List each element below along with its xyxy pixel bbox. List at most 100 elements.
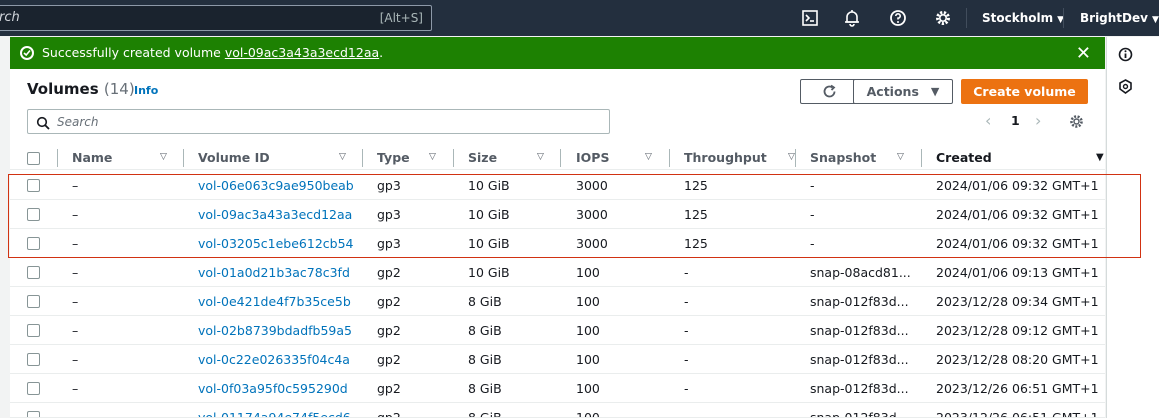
- nav-divider: [1063, 8, 1064, 28]
- search-shortcut-hint: [Alt+S]: [379, 11, 423, 25]
- cell-iops: 100: [576, 381, 600, 396]
- row-checkbox[interactable]: [27, 295, 40, 308]
- cell-volume-id-link[interactable]: vol-06e063c9ae950beab: [198, 178, 354, 193]
- row-checkbox[interactable]: [27, 382, 40, 395]
- cell-name: –: [72, 323, 79, 338]
- cell-created: 2024/01/06 09:32 GMT+1: [936, 207, 1099, 222]
- cell-volume-id-link[interactable]: vol-01174a94e74f5ecd6: [198, 410, 351, 417]
- actions-dropdown-button[interactable]: Actions ▼: [853, 79, 953, 104]
- cell-iops: 100: [576, 265, 600, 280]
- sort-icon[interactable]: ▽: [339, 152, 346, 162]
- table-row[interactable]: – vol-03205c1ebe612cb54 gp3 10 GiB 3000 …: [10, 229, 1105, 258]
- cell-type: gp3: [377, 207, 401, 222]
- column-header-snapshot[interactable]: Snapshot: [810, 150, 876, 165]
- column-header-created[interactable]: Created: [936, 150, 992, 165]
- sort-descending-icon[interactable]: ▼: [1096, 152, 1104, 163]
- account-menu[interactable]: BrightDev ▼: [1080, 11, 1159, 25]
- preferences-gear-icon[interactable]: [1069, 114, 1084, 133]
- column-header-name[interactable]: Name: [72, 150, 112, 165]
- column-header-volume-id[interactable]: Volume ID: [198, 150, 270, 165]
- cloudshell-icon[interactable]: [800, 8, 820, 28]
- row-checkbox[interactable]: [27, 179, 40, 192]
- help-icon[interactable]: [888, 8, 908, 28]
- table-row[interactable]: – vol-01174a94e74f5ecd6 gp2 8 GiB 100 - …: [10, 403, 1105, 418]
- cell-type: gp2: [377, 265, 401, 280]
- cell-created: 2024/01/06 09:32 GMT+1: [936, 236, 1099, 251]
- sort-icon[interactable]: ▽: [897, 152, 904, 162]
- bell-icon[interactable]: [842, 8, 862, 28]
- prev-page-chevron-icon[interactable]: ‹: [985, 111, 991, 130]
- cell-name: –: [72, 265, 79, 280]
- cell-volume-id-link[interactable]: vol-0c22e026335f04c4a: [198, 352, 350, 367]
- shield-icon[interactable]: [1117, 78, 1133, 94]
- sort-icon[interactable]: ▽: [429, 152, 436, 162]
- cell-size: 8 GiB: [468, 381, 502, 396]
- flash-message: Successfully created volume vol-09ac3a43…: [42, 45, 383, 60]
- info-link[interactable]: Info: [134, 84, 158, 97]
- close-icon[interactable]: ✕: [1076, 43, 1091, 64]
- select-all-checkbox[interactable]: [27, 152, 40, 165]
- cell-created: 2023/12/26 06:51 GMT+1: [936, 381, 1099, 396]
- cell-type: gp2: [377, 381, 401, 396]
- table-row[interactable]: – vol-06e063c9ae950beab gp3 10 GiB 3000 …: [10, 171, 1105, 200]
- search-placeholder: Search: [57, 115, 99, 129]
- column-header-size[interactable]: Size: [468, 150, 497, 165]
- current-page-number[interactable]: 1: [1011, 113, 1020, 128]
- flash-volume-link[interactable]: vol-09ac3a43a3ecd12aa: [225, 45, 379, 60]
- global-search-placeholder: rch: [0, 10, 20, 25]
- sort-icon[interactable]: ▽: [645, 152, 652, 162]
- cell-type: gp2: [377, 352, 401, 367]
- sort-icon[interactable]: ▽: [788, 152, 795, 162]
- refresh-button[interactable]: [800, 79, 858, 104]
- cell-snapshot: snap-012f83d...: [810, 352, 909, 367]
- cell-snapshot: snap-08acd81...: [810, 265, 911, 280]
- refresh-icon: [823, 84, 835, 98]
- region-selector[interactable]: Stockholm ▼: [982, 11, 1064, 25]
- table-row[interactable]: – vol-09ac3a43a3ecd12aa gp3 10 GiB 3000 …: [10, 200, 1105, 229]
- table-row[interactable]: – vol-0c22e026335f04c4a gp2 8 GiB 100 - …: [10, 345, 1105, 374]
- sort-icon[interactable]: ▽: [537, 152, 544, 162]
- table-row[interactable]: – vol-02b8739bdadfb59a5 gp2 8 GiB 100 - …: [10, 316, 1105, 345]
- settings-gear-icon[interactable]: [933, 8, 953, 28]
- cell-created: 2023/12/28 09:12 GMT+1: [936, 323, 1099, 338]
- cell-volume-id-link[interactable]: vol-0f03a95f0c595290d: [198, 381, 348, 396]
- row-checkbox[interactable]: [27, 324, 40, 337]
- row-checkbox[interactable]: [27, 237, 40, 250]
- column-header-type[interactable]: Type: [377, 150, 410, 165]
- volume-count: (14): [103, 80, 135, 98]
- row-checkbox[interactable]: [27, 411, 40, 417]
- cell-created: 2023/12/28 09:34 GMT+1: [936, 294, 1099, 309]
- column-header-iops[interactable]: IOPS: [576, 150, 609, 165]
- column-divider: [57, 149, 58, 167]
- create-volume-button[interactable]: Create volume: [961, 79, 1088, 104]
- cell-volume-id-link[interactable]: vol-02b8739bdadfb59a5: [198, 323, 352, 338]
- sort-icon[interactable]: ▽: [160, 152, 167, 162]
- cell-size: 8 GiB: [468, 410, 502, 418]
- cell-volume-id-link[interactable]: vol-09ac3a43a3ecd12aa: [198, 207, 352, 222]
- row-checkbox[interactable]: [27, 208, 40, 221]
- table-row[interactable]: – vol-0f03a95f0c595290d gp2 8 GiB 100 - …: [10, 374, 1105, 403]
- table-row[interactable]: – vol-0e421de4f7b35ce5b gp2 8 GiB 100 - …: [10, 287, 1105, 316]
- cell-volume-id-link[interactable]: vol-03205c1ebe612cb54: [198, 236, 354, 251]
- row-checkbox[interactable]: [27, 266, 40, 279]
- column-divider: [795, 149, 796, 167]
- table-row[interactable]: – vol-01a0d21b3ac78c3fd gp2 10 GiB 100 -…: [10, 258, 1105, 287]
- next-page-chevron-icon[interactable]: ›: [1035, 111, 1041, 130]
- cell-name: –: [72, 294, 79, 309]
- cell-throughput: 125: [684, 178, 708, 193]
- column-header-throughput[interactable]: Throughput: [684, 150, 767, 165]
- global-search-input[interactable]: rch [Alt+S]: [0, 5, 432, 31]
- cell-volume-id-link[interactable]: vol-01a0d21b3ac78c3fd: [198, 265, 350, 280]
- cell-iops: 100: [576, 323, 600, 338]
- search-icon: [36, 115, 50, 134]
- cell-size: 8 GiB: [468, 294, 502, 309]
- row-checkbox[interactable]: [27, 353, 40, 366]
- cell-size: 10 GiB: [468, 207, 510, 222]
- cell-iops: 3000: [576, 207, 608, 222]
- cell-type: gp3: [377, 178, 401, 193]
- info-icon[interactable]: [1117, 46, 1133, 62]
- column-divider: [921, 149, 922, 167]
- cell-volume-id-link[interactable]: vol-0e421de4f7b35ce5b: [198, 294, 351, 309]
- volume-search-input[interactable]: Search: [27, 109, 610, 134]
- cell-iops: 3000: [576, 236, 608, 251]
